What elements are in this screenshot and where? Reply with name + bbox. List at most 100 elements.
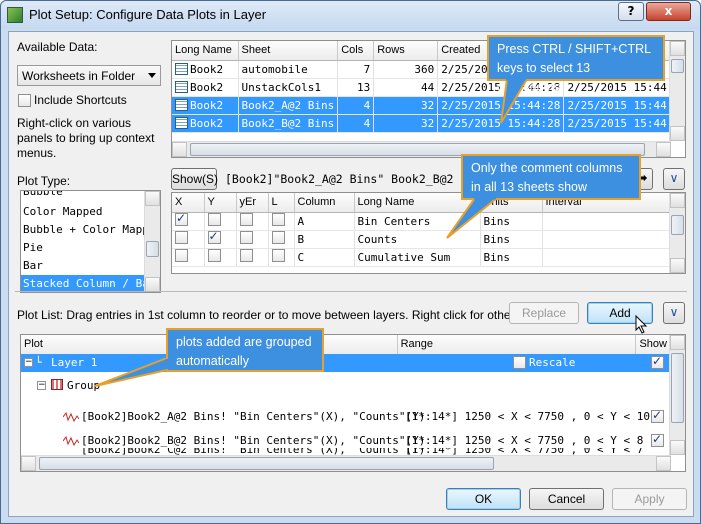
plot-name: [Book2]Book2_A@2 Bins! "Bin Centers"(X),… [81,410,426,423]
list-item[interactable]: Bar [23,259,43,272]
table-row-selected[interactable]: Book2 Book2_B@2 Bins 4 32 2/25/2015 15:4… [172,114,685,133]
collapse-icon[interactable]: − [24,358,33,367]
scroll-left-icon[interactable] [21,456,36,471]
dialog-body: Available Data: Worksheets in Folder Inc… [8,31,694,517]
line-plot-icon [63,411,79,423]
scroll-right-icon[interactable] [656,142,671,157]
y-checkbox[interactable] [207,249,221,262]
list-item[interactable]: Bubble [23,191,63,198]
app-icon [7,7,23,23]
scroll-down-icon[interactable] [670,440,685,455]
list-item[interactable]: Bubble + Color Mapped [23,223,160,236]
scroll-down-icon[interactable] [670,258,685,273]
scroll-right-icon[interactable] [656,456,671,471]
close-button[interactable]: x [646,2,691,21]
x-checkbox[interactable] [175,249,188,262]
table-row[interactable]: A Bin Centers Bins [172,211,670,231]
layer-show-checkbox[interactable] [651,354,664,369]
available-data-label: Available Data: [17,40,98,54]
callout-tail [94,358,169,387]
col-header-long-name[interactable]: Long Name [172,41,239,61]
show-button[interactable]: Show(S) [171,168,218,190]
divider [15,291,687,292]
cursor-icon [635,315,648,334]
callout-grouped: plots added are grouped automatically [166,328,324,372]
list-item[interactable]: Color Mapped [23,205,102,218]
expand-plot-list-button[interactable]: ∨ [663,302,685,324]
col-header-sheet[interactable]: Sheet [238,41,339,61]
scroll-up-icon[interactable] [670,193,685,208]
ok-button[interactable]: OK [446,488,521,510]
label-checkbox[interactable] [271,231,285,244]
apply-button[interactable]: Apply [612,488,687,510]
include-shortcuts-checkbox[interactable] [18,94,31,107]
scroll-up-icon[interactable] [145,191,160,206]
scroll-thumb[interactable] [671,353,684,423]
table-row[interactable]: B Counts Bins [172,229,670,249]
yerr-checkbox[interactable] [239,249,253,262]
worksheet-icon [175,98,188,111]
plot-show-checkbox[interactable] [651,432,664,447]
cancel-button[interactable]: Cancel [529,488,604,510]
plot-range: [1*:14*] 1250 < X < 7750 , 0 < Y < 8 [405,434,644,447]
help-button[interactable]: ? [618,2,644,21]
plot-row[interactable]: [Book2]Book2_A@2 Bins! "Bin Centers"(X),… [21,407,671,427]
plot-list-hscroll[interactable] [21,455,671,471]
scroll-up-icon[interactable] [670,335,685,350]
col-header-rows[interactable]: Rows [373,41,439,61]
rescale-checkbox[interactable] [513,356,526,369]
expand-columns-button[interactable]: ∨ [663,168,685,190]
plot-list-tree[interactable]: Plot Range Show − └ Layer 1 Rescale − Gr… [20,334,686,472]
plot-type-vscroll[interactable] [144,191,160,292]
table-row-selected[interactable]: Book2 Book2_A@2 Bins 4 32 2/25/2015 15:4… [172,96,685,115]
y-checkbox[interactable] [207,229,221,244]
collapse-icon[interactable]: − [37,381,46,390]
y-checkbox[interactable] [207,213,221,226]
scroll-thumb[interactable] [146,241,159,257]
scroll-thumb[interactable] [671,59,684,73]
col-header-y[interactable]: Y [204,193,237,213]
label-checkbox[interactable] [271,213,285,226]
scroll-thumb[interactable] [671,215,684,235]
group-icon [51,379,63,390]
table-row[interactable]: C Cumulative Sum Bins [172,248,670,267]
col-header-x[interactable]: X [172,193,205,213]
plot-type-label: Plot Type: [17,174,71,188]
list-item[interactable]: Pie [23,241,43,254]
col-header-cols[interactable]: Cols [337,41,375,61]
col-header-show[interactable]: Show [635,335,671,355]
data-source-value: Worksheets in Folder [22,69,136,83]
chevron-down-icon [148,73,156,78]
scroll-down-icon[interactable] [670,126,685,141]
include-shortcuts-label: Include Shortcuts [34,93,127,107]
yerr-checkbox[interactable] [239,231,253,244]
worksheet-icon [175,116,188,129]
x-checkbox[interactable] [175,211,188,226]
callout-select-worksheets: Press CTRL / SHIFT+CTRL keys to select 1… [487,35,665,94]
context-menu-hint: Right-click on various panels to bring u… [17,116,155,160]
col-header-range[interactable]: Range [397,335,637,355]
col-header-yerr[interactable]: yEr [236,193,269,213]
scroll-thumb[interactable] [39,457,494,470]
list-item-selected[interactable]: Stacked Column / Bar [21,275,155,292]
col-header-column[interactable]: Column [294,193,355,213]
yerr-checkbox[interactable] [239,213,253,226]
plot-setup-dialog: Plot Setup: Configure Data Plots in Laye… [0,0,701,524]
layer-icon: └ [35,356,42,369]
data-grid-vscroll[interactable] [669,41,685,141]
x-checkbox[interactable] [175,231,188,244]
columns-grid-vscroll[interactable] [669,193,685,273]
col-header-l[interactable]: L [268,193,295,213]
scroll-up-icon[interactable] [670,41,685,56]
label-checkbox[interactable] [271,249,285,262]
scroll-down-icon[interactable] [145,277,160,292]
plot-range: [1*:14*] 1250 < X < 7750 , 0 < Y < 10 [405,410,651,423]
plot-show-checkbox[interactable] [651,408,664,423]
columns-grid[interactable]: X Y yEr L Column Long Name Units Interva… [171,192,686,274]
data-source-combo[interactable]: Worksheets in Folder [17,65,161,86]
plot-list-vscroll[interactable] [669,335,685,455]
scroll-left-icon[interactable] [172,142,187,157]
replace-button[interactable]: Replace [509,302,579,324]
title-bar: Plot Setup: Configure Data Plots in Laye… [1,1,700,29]
plot-type-list[interactable]: Bubble Color Mapped Bubble + Color Mappe… [20,190,161,293]
